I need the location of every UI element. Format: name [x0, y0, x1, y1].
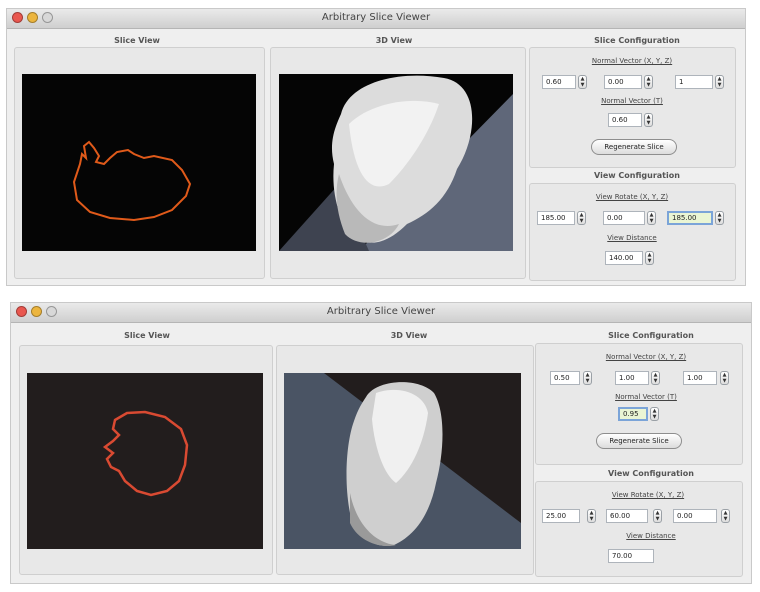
stepper-icon[interactable]: ▲ ▼ — [583, 371, 592, 385]
stepper-icon[interactable]: ▲ ▼ — [645, 251, 654, 265]
view-distance-field[interactable]: 140.00 — [605, 251, 643, 265]
stepper-icon[interactable]: ▲ ▼ — [647, 211, 656, 225]
slice-view-canvas[interactable] — [22, 74, 256, 251]
rotate-x-field[interactable]: 185.00 — [537, 211, 575, 225]
normal-t-field[interactable]: 0.95 — [618, 407, 648, 421]
stepper-icon[interactable]: ▲ ▼ — [644, 113, 653, 127]
normal-vector-label: Normal Vector (X, Y, Z) — [591, 57, 673, 65]
normal-z-field[interactable]: 1.00 — [683, 371, 717, 385]
rotate-z-field[interactable]: 185.00 — [667, 211, 713, 225]
3d-render — [284, 373, 521, 549]
stepper-icon[interactable]: ▲ ▼ — [720, 371, 729, 385]
normal-y-field[interactable]: 1.00 — [615, 371, 649, 385]
view-rotate-label: View Rotate (X, Y, Z) — [595, 193, 669, 201]
view-config-title: View Configuration — [594, 171, 680, 180]
normal-t-field[interactable]: 0.60 — [608, 113, 642, 127]
3d-view-title: 3D View — [375, 36, 413, 45]
rotate-x-field[interactable]: 25.00 — [542, 509, 580, 523]
stepper-icon[interactable]: ▲ ▼ — [653, 509, 662, 523]
rotate-y-field[interactable]: 60.00 — [606, 509, 648, 523]
normal-y-field[interactable]: 0.00 — [604, 75, 642, 89]
stepper-icon[interactable]: ▲ ▼ — [715, 75, 724, 89]
stepper-icon[interactable]: ▲ ▼ — [651, 371, 660, 385]
normal-vector-label: Normal Vector (X, Y, Z) — [605, 353, 687, 361]
3d-view-canvas[interactable] — [284, 373, 521, 549]
title-bar[interactable]: Arbitrary Slice Viewer — [7, 9, 745, 29]
stepper-icon[interactable]: ▲ ▼ — [644, 75, 653, 89]
normal-t-label: Normal Vector (T) — [601, 97, 663, 105]
stepper-icon[interactable]: ▲ ▼ — [587, 509, 596, 523]
normal-x-field[interactable]: 0.60 — [542, 75, 576, 89]
window-title: Arbitrary Slice Viewer — [326, 306, 436, 317]
3d-view-title: 3D View — [390, 331, 428, 340]
slice-view-canvas[interactable] — [27, 373, 263, 549]
window-bottom: Arbitrary Slice Viewer Slice View 3D Vie… — [10, 302, 752, 584]
regenerate-slice-button[interactable]: Regenerate Slice — [596, 433, 682, 449]
view-distance-label: View Distance — [626, 532, 676, 540]
normal-t-label: Normal Vector (T) — [615, 393, 677, 401]
title-bar[interactable]: Arbitrary Slice Viewer — [11, 303, 751, 323]
stepper-icon[interactable]: ▲ ▼ — [577, 211, 586, 225]
3d-render — [279, 75, 513, 251]
slice-config-title: Slice Configuration — [594, 36, 680, 45]
slice-contour — [72, 140, 192, 222]
normal-x-field[interactable]: 0.50 — [550, 371, 580, 385]
view-distance-field[interactable]: 70.00 — [608, 549, 654, 563]
slice-contour — [102, 410, 189, 497]
slice-view-title: Slice View — [124, 331, 170, 340]
normal-z-field[interactable]: 1 — [675, 75, 713, 89]
rotate-y-field[interactable]: 0.00 — [603, 211, 645, 225]
view-distance-label: View Distance — [607, 234, 657, 242]
window-top: Arbitrary Slice Viewer Slice View 3D Vie… — [6, 8, 746, 286]
regenerate-slice-button[interactable]: Regenerate Slice — [591, 139, 677, 155]
rotate-z-field[interactable]: 0.00 — [673, 509, 717, 523]
window-title: Arbitrary Slice Viewer — [321, 12, 431, 23]
slice-config-title: Slice Configuration — [608, 331, 694, 340]
3d-view-canvas[interactable] — [279, 74, 513, 251]
view-config-title: View Configuration — [608, 469, 694, 478]
stepper-icon[interactable]: ▲ ▼ — [721, 509, 730, 523]
view-rotate-label: View Rotate (X, Y, Z) — [611, 491, 685, 499]
stepper-icon[interactable]: ▲ ▼ — [578, 75, 587, 89]
stepper-icon[interactable]: ▲ ▼ — [650, 407, 659, 421]
slice-view-title: Slice View — [114, 36, 160, 45]
stepper-icon[interactable]: ▲ ▼ — [715, 211, 724, 225]
